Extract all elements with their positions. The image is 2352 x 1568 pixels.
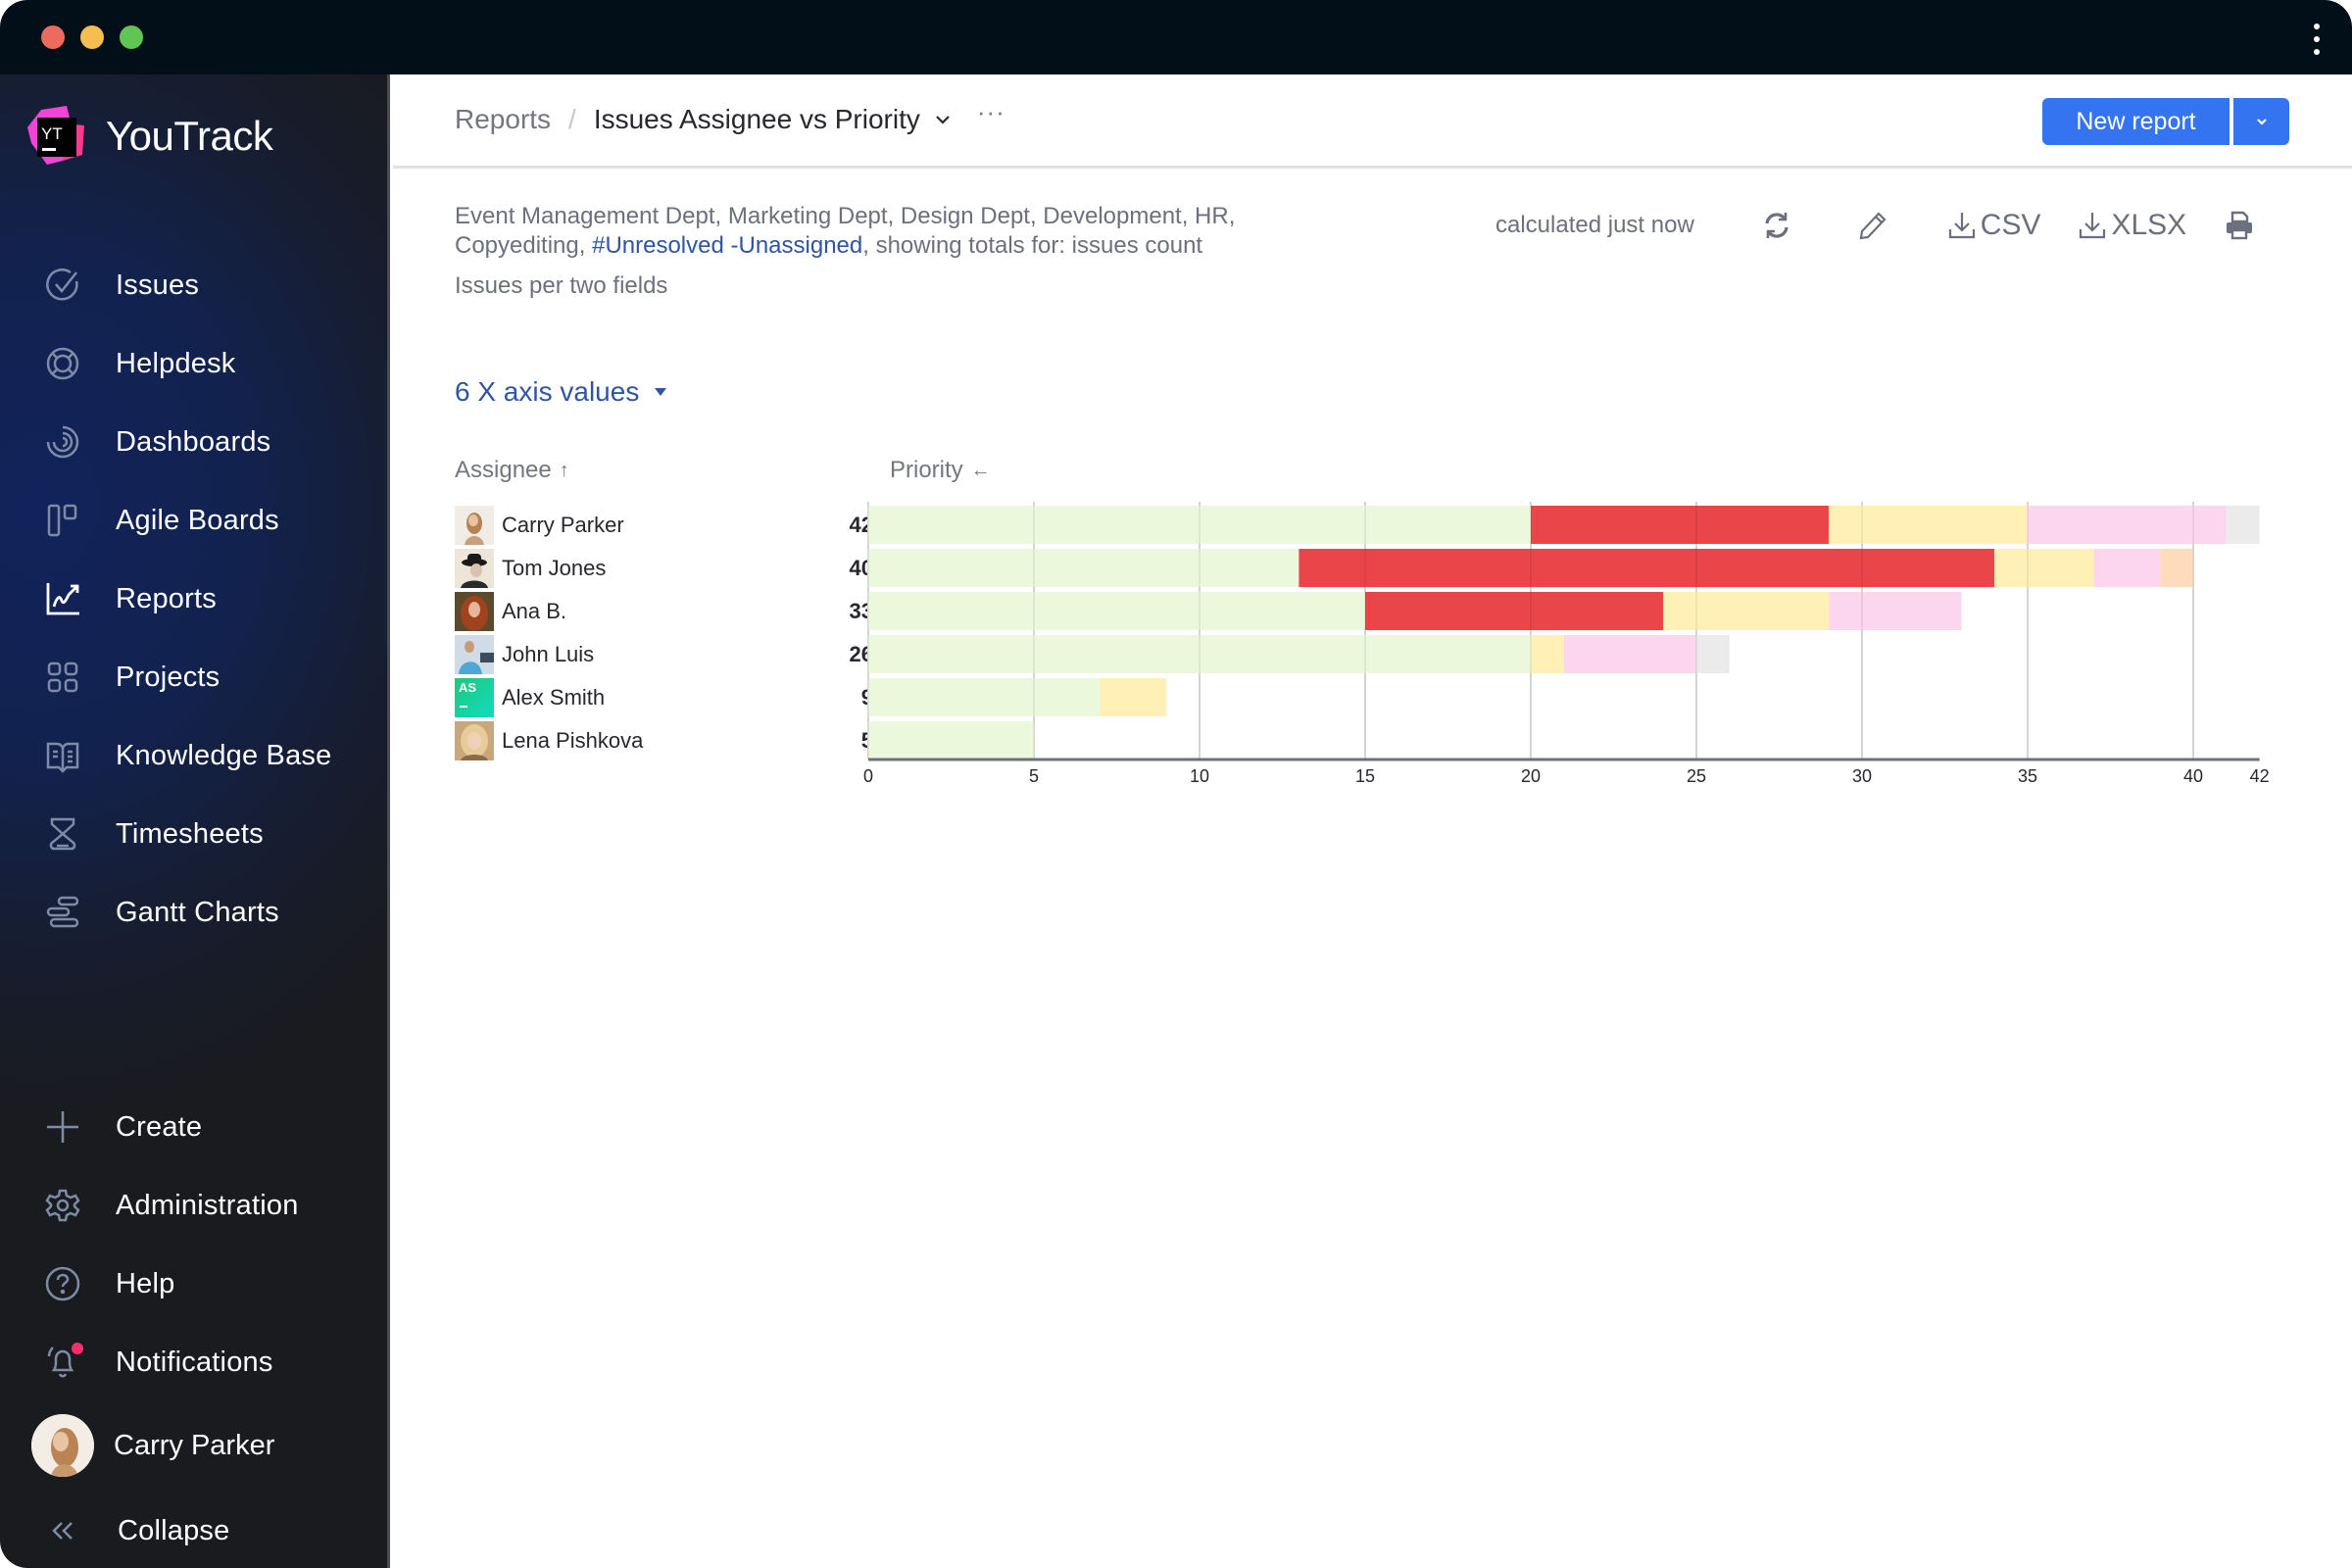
close-window-button[interactable]	[41, 25, 65, 49]
x-tick-label: 5	[1029, 766, 1039, 786]
bar-segment-green[interactable]	[868, 592, 1365, 630]
sidebar-item-gantt-charts[interactable]: Gantt Charts	[0, 873, 390, 952]
minimize-window-button[interactable]	[80, 25, 104, 49]
sidebar-item-helpdesk[interactable]: Helpdesk	[0, 324, 390, 403]
sidebar-item-label: Helpdesk	[116, 347, 236, 379]
bar-segment-yellow[interactable]	[1100, 678, 1167, 716]
main-content: Reports / Issues Assignee vs Priority ··…	[393, 74, 2352, 1568]
sidebar-item-label: Issues	[116, 269, 200, 301]
bar-segment-pink[interactable]	[2028, 506, 2227, 544]
sidebar-item-label: Collapse	[118, 1514, 230, 1546]
youtrack-logo-icon: YT	[24, 104, 88, 169]
sidebar-item-label: Projects	[116, 661, 220, 693]
plus-icon	[45, 1109, 80, 1145]
sidebar-item-label: Timesheets	[116, 817, 264, 850]
maximize-window-button[interactable]	[120, 25, 143, 49]
sidebar-item-issues[interactable]: Issues	[0, 246, 390, 324]
sidebar-item-label: Create	[116, 1110, 203, 1143]
book-icon	[45, 738, 80, 773]
bar-segment-red[interactable]	[1298, 549, 1995, 587]
gantt-icon	[45, 895, 80, 930]
svg-text:YT: YT	[41, 124, 63, 143]
avatar	[31, 1414, 94, 1477]
bar-segment-red[interactable]	[1531, 506, 1830, 544]
check-circle-icon	[45, 268, 80, 303]
sidebar-item-label: Help	[116, 1267, 175, 1299]
bar-segment-red[interactable]	[1365, 592, 1664, 630]
sidebar-item-label: Gantt Charts	[116, 896, 279, 928]
gear-icon	[45, 1188, 80, 1223]
app-name: YouTrack	[106, 113, 273, 159]
x-tick-label: 40	[2183, 766, 2203, 786]
sidebar-item-projects[interactable]: Projects	[0, 638, 390, 716]
bar-segment-yellow[interactable]	[1829, 506, 2028, 544]
sidebar-item-label: Notifications	[116, 1346, 273, 1378]
lifebuoy-icon	[45, 346, 80, 381]
bar-segment-pink[interactable]	[1829, 592, 1962, 630]
x-tick-label: 15	[1355, 766, 1375, 786]
x-tick-label: 30	[1852, 766, 1872, 786]
x-tick-label: 10	[1190, 766, 1209, 786]
sidebar-item-dashboards[interactable]: Dashboards	[0, 403, 390, 481]
bar-segment-pink[interactable]	[1563, 635, 1696, 673]
bar-segment-green[interactable]	[868, 549, 1299, 587]
bar-segment-yellow[interactable]	[1663, 592, 1830, 630]
double-chevron-left-icon	[45, 1513, 80, 1548]
bar-segment-orange[interactable]	[2160, 549, 2193, 587]
logo[interactable]: YT YouTrack	[24, 104, 273, 169]
x-tick-label: 0	[863, 766, 873, 786]
help-circle-icon	[45, 1266, 80, 1301]
sidebar-bottom-nav: Create Administration Help Notifications…	[0, 1088, 390, 1568]
sidebar-item-label: Administration	[116, 1189, 299, 1221]
sidebar-item-label: Agile Boards	[116, 504, 279, 536]
sidebar-item-administration[interactable]: Administration	[0, 1166, 390, 1245]
sidebar-item-create[interactable]: Create	[0, 1088, 390, 1166]
sidebar-item-timesheets[interactable]: Timesheets	[0, 795, 390, 873]
bar-segment-green[interactable]	[868, 721, 1034, 760]
sidebar-item-notifications[interactable]: Notifications	[0, 1323, 390, 1401]
sidebar-item-label: Dashboards	[116, 425, 271, 458]
x-tick-label: 42	[2250, 766, 2270, 786]
sidebar-item-knowledge-base[interactable]: Knowledge Base	[0, 716, 390, 795]
sidebar-item-label: Reports	[116, 582, 217, 614]
sidebar: YT YouTrack Issues Helpdesk Dashboards A…	[0, 74, 390, 1568]
bell-icon	[45, 1343, 83, 1380]
dashboard-icon	[45, 424, 80, 460]
sidebar-item-agile-boards[interactable]: Agile Boards	[0, 481, 390, 560]
stacked-bar-chart: 0 5 10 15 20 25 30 35 40 42	[863, 502, 2270, 786]
sidebar-nav: Issues Helpdesk Dashboards Agile Boards	[0, 246, 390, 952]
projects-grid-icon	[45, 660, 80, 695]
chart-line-icon	[45, 581, 80, 616]
title-bar	[0, 0, 2352, 74]
sidebar-collapse-button[interactable]: Collapse	[0, 1492, 390, 1568]
hourglass-icon	[45, 816, 80, 852]
bar-segment-yellow[interactable]	[1531, 635, 1564, 673]
bar-segment-gray[interactable]	[2226, 506, 2260, 544]
bar-segment-yellow[interactable]	[1994, 549, 2094, 587]
notification-badge	[72, 1343, 83, 1354]
app-window: YT YouTrack Issues Helpdesk Dashboards A…	[0, 0, 2352, 1568]
user-name: Carry Parker	[114, 1429, 275, 1461]
bar-segment-gray[interactable]	[1696, 635, 1730, 673]
x-tick-label: 25	[1687, 766, 1706, 786]
bar-segment-green[interactable]	[868, 678, 1101, 716]
kebab-menu-icon[interactable]	[2311, 24, 2323, 55]
x-tick-label: 20	[1521, 766, 1541, 786]
agile-board-icon	[45, 503, 80, 538]
sidebar-item-label: Knowledge Base	[116, 739, 332, 771]
sidebar-item-help[interactable]: Help	[0, 1245, 390, 1323]
sidebar-item-reports[interactable]: Reports	[0, 560, 390, 638]
sidebar-user-profile[interactable]: Carry Parker	[0, 1401, 390, 1490]
bar-segment-pink[interactable]	[2093, 549, 2161, 587]
x-tick-label: 35	[2018, 766, 2037, 786]
